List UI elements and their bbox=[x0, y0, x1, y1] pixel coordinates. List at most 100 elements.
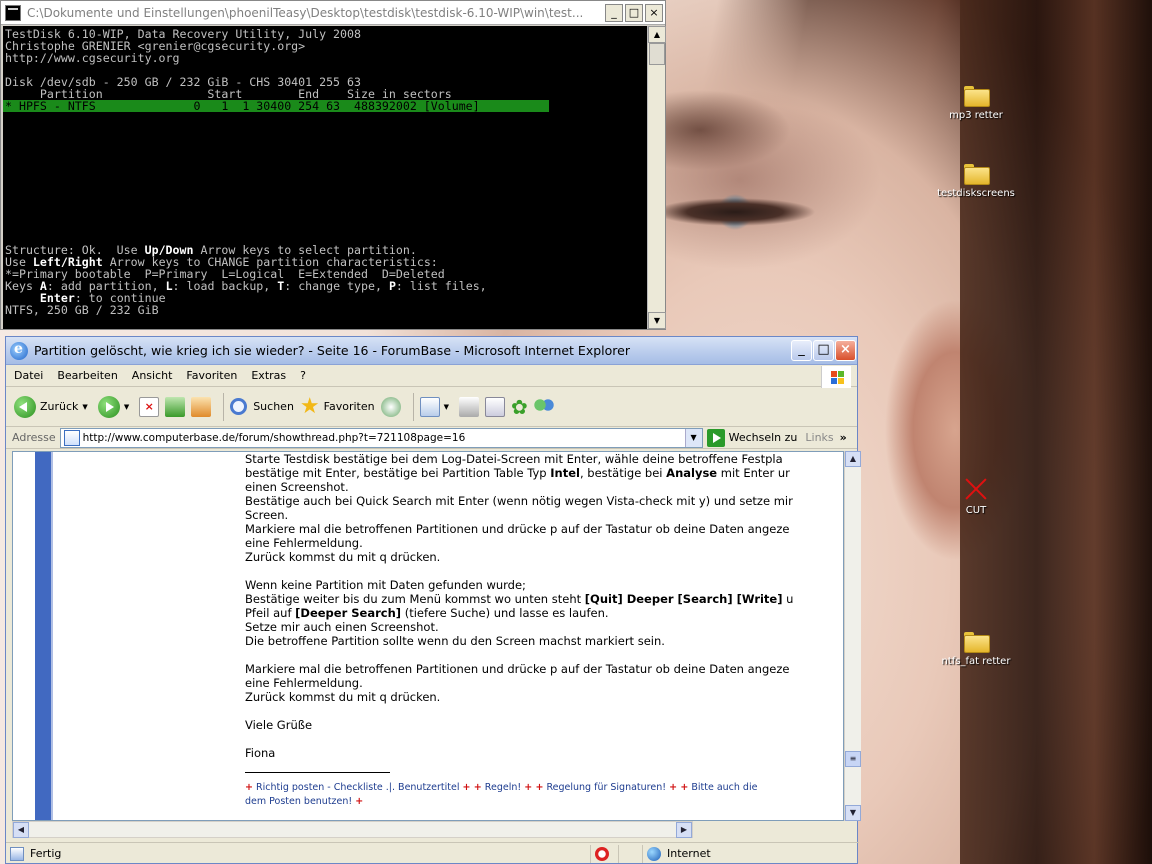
close-button[interactable]: × bbox=[645, 3, 663, 22]
address-input[interactable]: http://www.computerbase.de/forum/showthr… bbox=[59, 427, 703, 448]
post-greeting: Viele Grüße bbox=[245, 718, 313, 732]
desktop-icon-mp3-retter[interactable]: mp3 retter bbox=[931, 84, 1021, 121]
page-vertical-scrollbar[interactable]: ▲ ≡ ▼ bbox=[844, 451, 861, 821]
post-line: Setze mir auch einen Screenshot. bbox=[245, 620, 439, 634]
back-arrow-icon bbox=[14, 395, 36, 418]
minimize-button[interactable]: _ bbox=[605, 3, 623, 22]
stop-icon: × bbox=[139, 396, 160, 417]
desktop-icon-cut[interactable]: CUT bbox=[931, 475, 1021, 516]
search-label: Suchen bbox=[253, 400, 294, 413]
scroll-thumb[interactable]: ≡ bbox=[845, 751, 861, 767]
post-line: Markiere mal die betroffenen Partitionen… bbox=[245, 522, 790, 536]
page-content[interactable]: Starte Testdisk bestätige bei dem Log-Da… bbox=[12, 451, 844, 821]
console-line: http://www.cgsecurity.org bbox=[5, 51, 180, 65]
console-scrollbar[interactable]: ▲ ▼ bbox=[647, 26, 666, 329]
maximize-button[interactable]: □ bbox=[625, 3, 643, 22]
dropdown-arrow-icon[interactable]: ▼ bbox=[124, 403, 129, 411]
stop-button[interactable]: × bbox=[139, 396, 160, 417]
back-label: Zurück bbox=[40, 400, 79, 413]
favorites-button[interactable]: ★ Favoriten bbox=[299, 393, 375, 419]
desktop-icon-label: ntfs_fat retter bbox=[941, 656, 1011, 667]
post-line: Zurück kommst du mit q drücken. bbox=[245, 690, 441, 704]
chevron-down-icon[interactable]: ▼ bbox=[684, 428, 702, 447]
menu-favoriten[interactable]: Favoriten bbox=[186, 369, 237, 382]
post-line: Screen. bbox=[245, 508, 289, 522]
scroll-right-arrow[interactable]: ▶ bbox=[676, 822, 692, 838]
signature-link[interactable]: Regeln! bbox=[485, 782, 521, 793]
scroll-down-arrow[interactable]: ▼ bbox=[845, 805, 861, 821]
page-horizontal-scrollbar[interactable]: ◀ ▶ bbox=[12, 821, 693, 838]
console-blank bbox=[3, 112, 647, 244]
console-icon bbox=[5, 4, 21, 21]
menu-bearbeiten[interactable]: Bearbeiten bbox=[57, 369, 117, 382]
forward-arrow-icon bbox=[97, 395, 120, 418]
minimize-button[interactable]: _ bbox=[791, 340, 812, 361]
scroll-thumb[interactable] bbox=[649, 43, 665, 65]
signature-link[interactable]: Regelung für Signaturen! bbox=[546, 782, 666, 793]
privacy-cell[interactable] bbox=[591, 844, 619, 863]
post-line: Die betroffene Partition sollte wenn du … bbox=[245, 634, 665, 648]
home-button[interactable] bbox=[191, 396, 212, 417]
dropdown-arrow-icon[interactable]: ▼ bbox=[82, 403, 87, 411]
console-window[interactable]: C:\Dokumente und Einstellungen\phoenilTe… bbox=[0, 0, 666, 330]
menu-ansicht[interactable]: Ansicht bbox=[132, 369, 173, 382]
print-button[interactable] bbox=[458, 396, 479, 417]
edit-icon bbox=[484, 396, 505, 417]
mail-button[interactable]: ▼ bbox=[419, 396, 453, 417]
forward-button[interactable]: ▼ bbox=[97, 395, 133, 418]
refresh-button[interactable] bbox=[165, 396, 186, 417]
refresh-icon bbox=[165, 396, 186, 417]
console-output[interactable]: TestDisk 6.10-WIP, Data Recovery Utility… bbox=[3, 26, 647, 329]
signature-link[interactable]: Richtig posten - Checkliste .|. Benutzer… bbox=[256, 782, 460, 793]
post-line: Zurück kommst du mit q drücken. bbox=[245, 550, 441, 564]
menu-datei[interactable]: Datei bbox=[14, 369, 43, 382]
menu-extras[interactable]: Extras bbox=[251, 369, 286, 382]
folder-icon bbox=[964, 84, 990, 107]
signature-link[interactable]: Bitte auch die bbox=[691, 782, 757, 793]
history-button[interactable] bbox=[380, 396, 401, 417]
icq-button[interactable]: ✿ bbox=[511, 397, 528, 417]
search-button[interactable]: Suchen bbox=[230, 398, 294, 415]
post-line: eine Fehlermeldung. bbox=[245, 676, 363, 690]
scroll-left-arrow[interactable]: ◀ bbox=[13, 822, 29, 838]
zone-text: Internet bbox=[667, 847, 711, 860]
messenger-button[interactable] bbox=[533, 396, 554, 417]
desktop-icon-testdiskscreens[interactable]: testdiskscreens bbox=[931, 162, 1021, 199]
edit-button[interactable] bbox=[484, 396, 505, 417]
menu-help[interactable]: ? bbox=[300, 369, 306, 382]
links-button[interactable]: Links bbox=[805, 431, 833, 444]
post-body: Starte Testdisk bestätige bei dem Log-Da… bbox=[245, 452, 843, 809]
post-author-name: Fiona bbox=[245, 746, 276, 760]
selected-partition-row[interactable]: * HPFS - NTFS 0 1 1 30400 254 63 4883920… bbox=[3, 100, 549, 112]
signature: + Richtig posten - Checkliste .|. Benutz… bbox=[245, 782, 758, 807]
close-button[interactable]: × bbox=[835, 340, 856, 361]
star-icon: ★ bbox=[299, 393, 320, 419]
go-button[interactable]: Wechseln zu bbox=[729, 431, 798, 444]
address-label: Adresse bbox=[12, 431, 56, 444]
post-line: Bestätige auch bei Quick Search mit Ente… bbox=[245, 494, 793, 508]
browser-window[interactable]: Partition gelöscht, wie krieg ich sie wi… bbox=[5, 336, 861, 864]
post-line: Wenn keine Partition mit Daten gefunden … bbox=[245, 578, 526, 592]
status-bar: Fertig Internet bbox=[6, 842, 859, 864]
scroll-down-arrow[interactable]: ▼ bbox=[648, 312, 666, 329]
scroll-up-arrow[interactable]: ▲ bbox=[845, 451, 861, 467]
signature-divider bbox=[245, 772, 390, 773]
maximize-button[interactable]: □ bbox=[813, 340, 834, 361]
url-text[interactable]: http://www.computerbase.de/forum/showthr… bbox=[83, 432, 466, 444]
post-blank bbox=[245, 732, 843, 746]
dropdown-arrow-icon[interactable]: ▼ bbox=[444, 403, 449, 411]
console-titlebar[interactable]: C:\Dokumente und Einstellungen\phoenilTe… bbox=[1, 1, 665, 25]
post-line: Bestätige weiter bis du zum Menü kommst … bbox=[245, 592, 794, 606]
post-side-bar bbox=[35, 452, 51, 820]
chevron-right-icon[interactable]: » bbox=[840, 431, 847, 444]
red-x-icon bbox=[963, 475, 989, 501]
post-line: eine Fehlermeldung. bbox=[245, 536, 363, 550]
back-button[interactable]: Zurück ▼ bbox=[14, 395, 92, 418]
scroll-up-arrow[interactable]: ▲ bbox=[648, 26, 666, 43]
go-arrow-icon[interactable] bbox=[706, 428, 725, 447]
signature-link[interactable]: dem Posten benutzen! bbox=[245, 796, 352, 807]
browser-titlebar[interactable]: Partition gelöscht, wie krieg ich sie wi… bbox=[6, 337, 857, 365]
wallpaper-hair bbox=[960, 0, 1152, 864]
desktop-icon-ntfs-fat-retter[interactable]: ntfs_fat retter bbox=[931, 630, 1021, 667]
post-line: einen Screenshot. bbox=[245, 480, 349, 494]
